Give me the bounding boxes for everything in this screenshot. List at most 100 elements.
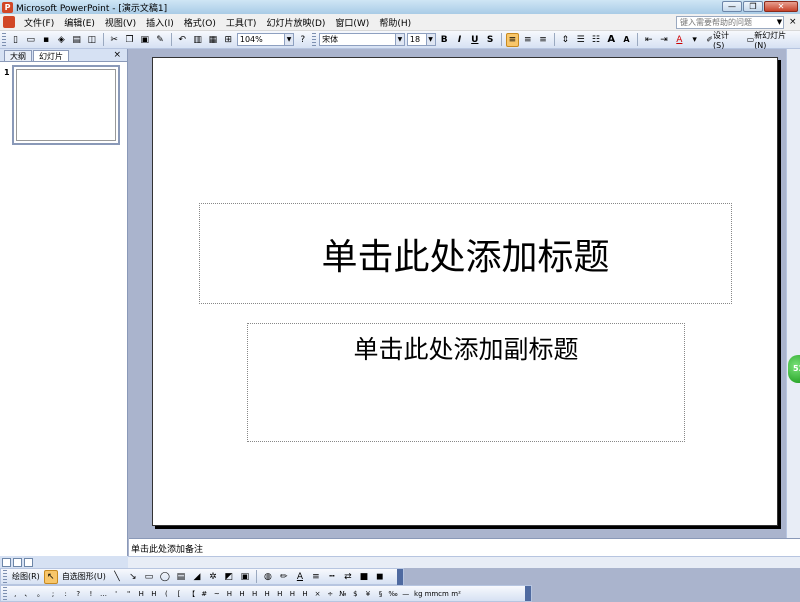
font-color-icon[interactable]: A bbox=[673, 33, 686, 47]
picture-icon[interactable]: ▣ bbox=[238, 570, 252, 584]
symbol-button[interactable]: ÷ bbox=[324, 590, 337, 598]
wordart-icon[interactable]: ◢ bbox=[190, 570, 204, 584]
chevron-down-icon[interactable]: ▼ bbox=[394, 34, 404, 45]
line-tool-icon[interactable]: ╲ bbox=[110, 570, 124, 584]
underline-button[interactable]: U bbox=[468, 33, 481, 47]
align-center-icon[interactable]: ≡ bbox=[521, 33, 534, 47]
chevron-down-icon[interactable]: ▼ bbox=[284, 34, 294, 45]
help-dropdown-icon[interactable]: ▼ bbox=[775, 16, 784, 29]
design-button[interactable]: ✐ 设计(S) bbox=[703, 31, 741, 50]
symbol-button[interactable]: 、 bbox=[22, 589, 35, 599]
symbol-button[interactable]: ~ bbox=[211, 590, 224, 598]
floating-badge[interactable]: 52 bbox=[788, 355, 800, 383]
open-folder-icon[interactable]: ▭ bbox=[24, 33, 37, 47]
select-pointer-icon[interactable]: ↖ bbox=[43, 569, 58, 584]
toolbar-options-icon[interactable] bbox=[397, 568, 403, 585]
menu-slideshow[interactable]: 幻灯片放映(D) bbox=[261, 16, 330, 29]
increase-font-button[interactable]: A bbox=[605, 33, 618, 47]
symbol-button[interactable]: … bbox=[97, 590, 110, 598]
symbol-button[interactable]: H bbox=[248, 590, 261, 598]
symbol-button[interactable]: 【 bbox=[185, 589, 198, 599]
arrow-style-icon[interactable]: ⇄ bbox=[341, 570, 355, 584]
bullets-icon[interactable]: ☷ bbox=[589, 33, 602, 47]
arrow-tool-icon[interactable]: ↘ bbox=[126, 570, 140, 584]
font-size-select[interactable]: 18 ▼ bbox=[406, 33, 436, 46]
symbol-button[interactable]: — bbox=[399, 590, 412, 598]
chevron-down-icon[interactable]: ▼ bbox=[425, 34, 435, 45]
menu-view[interactable]: 视图(V) bbox=[100, 16, 141, 29]
slide-thumbnail[interactable] bbox=[12, 65, 120, 145]
line-style-icon[interactable]: ≡ bbox=[309, 570, 323, 584]
pane-close-button[interactable]: × bbox=[113, 50, 121, 60]
tab-slides[interactable]: 幻灯片 bbox=[33, 50, 69, 61]
symbol-button[interactable]: m² bbox=[450, 590, 463, 598]
menu-insert[interactable]: 插入(I) bbox=[141, 16, 179, 29]
symbol-button[interactable]: § bbox=[374, 590, 387, 598]
minimize-button[interactable]: — bbox=[722, 1, 742, 12]
subtitle-placeholder[interactable]: 单击此处添加副标题 bbox=[247, 323, 685, 442]
fill-color-icon[interactable]: ◍ bbox=[261, 570, 275, 584]
symbol-button[interactable]: : bbox=[59, 590, 72, 598]
symbol-button[interactable]: mm bbox=[425, 590, 439, 598]
font-select[interactable]: 宋体 ▼ bbox=[319, 33, 405, 46]
sorter-view-icon[interactable] bbox=[13, 557, 22, 567]
document-icon[interactable] bbox=[3, 16, 15, 28]
slide-canvas[interactable]: 单击此处添加标题 单击此处添加副标题 bbox=[152, 57, 778, 526]
draw-menu[interactable]: 绘图(R) bbox=[9, 571, 43, 582]
document-close-button[interactable]: × bbox=[789, 17, 797, 27]
symbol-button[interactable]: [ bbox=[173, 590, 186, 598]
help-icon[interactable]: ? bbox=[296, 33, 309, 47]
oval-tool-icon[interactable]: ◯ bbox=[158, 570, 172, 584]
symbol-button[interactable]: × bbox=[311, 590, 324, 598]
symbol-button[interactable]: № bbox=[336, 590, 349, 598]
toolbar-grip[interactable] bbox=[3, 570, 7, 583]
new-file-icon[interactable]: ▯ bbox=[9, 33, 22, 47]
3d-style-icon[interactable]: ◼ bbox=[373, 570, 387, 584]
menu-tools[interactable]: 工具(T) bbox=[221, 16, 262, 29]
maximize-button[interactable]: ❐ bbox=[743, 1, 763, 12]
symbol-button[interactable]: kg bbox=[412, 590, 425, 598]
menu-window[interactable]: 窗口(W) bbox=[330, 16, 374, 29]
chart-icon[interactable]: ▥ bbox=[191, 33, 204, 47]
tab-outline[interactable]: 大纲 bbox=[4, 50, 32, 61]
symbol-button[interactable]: H bbox=[236, 590, 249, 598]
symbol-button[interactable]: H bbox=[148, 590, 161, 598]
help-search-input[interactable]: 键入需要帮助的问题 bbox=[676, 16, 784, 29]
table-icon[interactable]: ▦ bbox=[206, 33, 219, 47]
new-slide-button[interactable]: ▭ 新幻灯片(N) bbox=[744, 31, 799, 50]
toolbar-grip[interactable] bbox=[3, 587, 7, 600]
shadow-style-icon[interactable]: ■ bbox=[357, 570, 371, 584]
zoom-select[interactable]: 104% ▼ bbox=[236, 33, 295, 46]
title-placeholder[interactable]: 单击此处添加标题 bbox=[199, 203, 732, 304]
decrease-indent-icon[interactable]: ⇤ bbox=[642, 33, 655, 47]
increase-indent-icon[interactable]: ⇥ bbox=[657, 33, 670, 47]
symbol-button[interactable]: ¥ bbox=[362, 590, 375, 598]
symbol-button[interactable]: H bbox=[299, 590, 312, 598]
symbol-button[interactable]: # bbox=[198, 590, 211, 598]
symbol-button[interactable]: ? bbox=[72, 590, 85, 598]
save-icon[interactable]: ▪ bbox=[39, 33, 52, 47]
undo-icon[interactable]: ↶ bbox=[176, 33, 189, 47]
numbering-icon[interactable]: ☰ bbox=[574, 33, 587, 47]
toolbar-grip[interactable] bbox=[2, 33, 6, 46]
symbol-button[interactable]: ‰ bbox=[387, 590, 400, 598]
symbol-button[interactable]: ; bbox=[47, 590, 60, 598]
shadow-button[interactable]: S bbox=[483, 33, 496, 47]
toolbar-grip[interactable] bbox=[312, 33, 317, 46]
align-left-icon[interactable]: ≡ bbox=[505, 32, 520, 47]
permission-icon[interactable]: ◈ bbox=[55, 33, 68, 47]
symbol-button[interactable]: H bbox=[261, 590, 274, 598]
copy-icon[interactable]: ❐ bbox=[123, 33, 136, 47]
symbol-button[interactable]: H bbox=[135, 590, 148, 598]
grid-icon[interactable]: ⊞ bbox=[222, 33, 235, 47]
vertical-scrollbar[interactable] bbox=[786, 49, 800, 538]
align-right-icon[interactable]: ≡ bbox=[536, 33, 549, 47]
symbol-button[interactable]: cm bbox=[437, 590, 450, 598]
menu-help[interactable]: 帮助(H) bbox=[374, 16, 416, 29]
paste-icon[interactable]: ▣ bbox=[138, 33, 151, 47]
slideshow-view-icon[interactable] bbox=[24, 557, 33, 567]
font-color-dropdown-icon[interactable]: ▾ bbox=[688, 33, 701, 47]
symbol-button[interactable]: ! bbox=[85, 590, 98, 598]
symbol-button[interactable]: , bbox=[9, 590, 22, 598]
dash-style-icon[interactable]: ┅ bbox=[325, 570, 339, 584]
